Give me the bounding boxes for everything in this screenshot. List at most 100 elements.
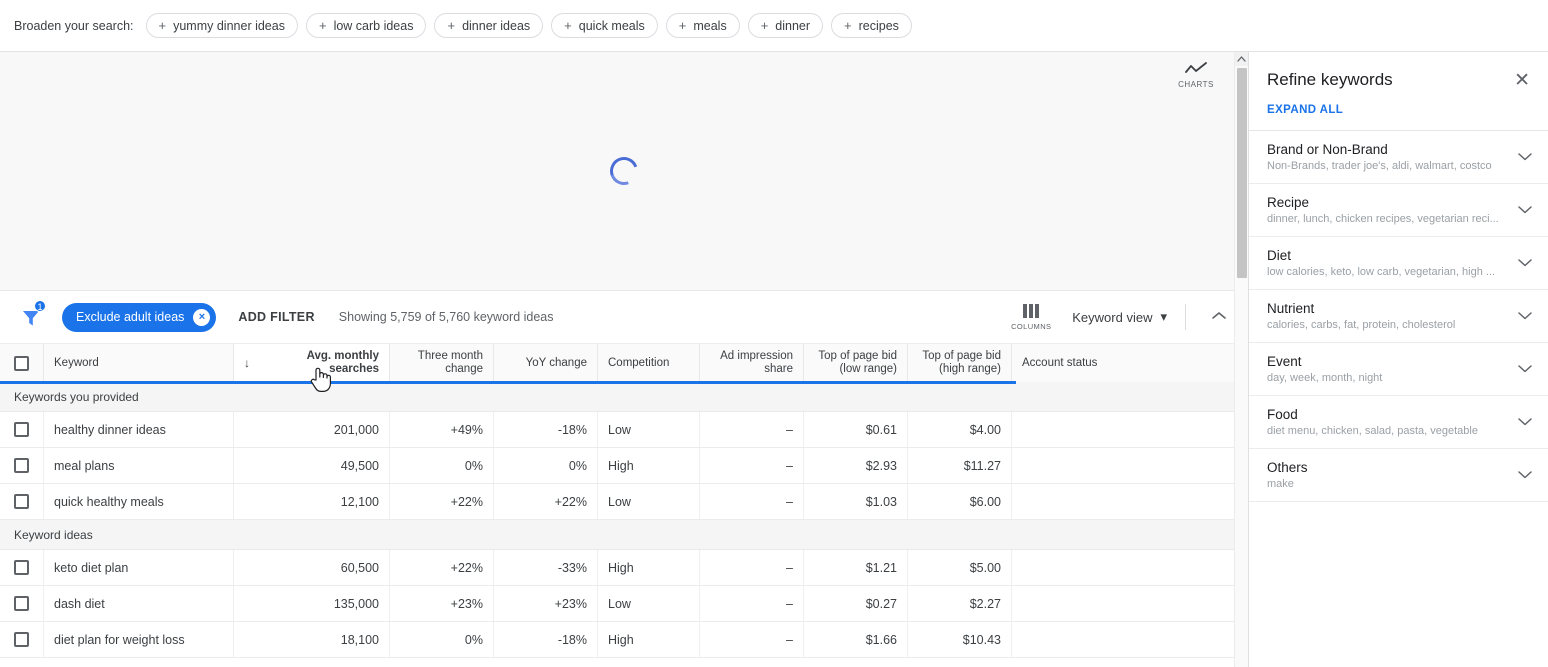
group-header-keywords-you-provided: Keywords you provided: [0, 382, 1248, 412]
cell-ad-impression-share: –: [700, 448, 804, 483]
cell-keyword: quick healthy meals: [44, 484, 234, 519]
broaden-chip-1[interactable]: + low carb ideas: [305, 13, 427, 38]
table-row[interactable]: quick healthy meals 12,100 +22% +22% Low…: [0, 484, 1248, 520]
broaden-chip-3[interactable]: + quick meals: [551, 13, 658, 38]
select-all-checkbox[interactable]: [14, 355, 29, 371]
column-header-label: Avg. monthly searches: [306, 350, 379, 375]
refine-item-title: Recipe: [1267, 195, 1310, 210]
filter-chip-exclude-adult-ideas[interactable]: Exclude adult ideas ×: [62, 302, 217, 332]
cell-avg-monthly-searches: 12,100: [234, 484, 390, 519]
row-checkbox-cell[interactable]: [0, 412, 44, 447]
cell-ad-impression-share: –: [700, 484, 804, 519]
row-checkbox-cell[interactable]: [0, 448, 44, 483]
column-header-ad-impression-share[interactable]: Ad impression share: [700, 344, 804, 382]
column-header-label-line2: change: [445, 363, 483, 375]
table-row[interactable]: healthy dinner ideas 201,000 +49% -18% L…: [0, 412, 1248, 448]
refine-item-others[interactable]: Others make: [1249, 449, 1548, 502]
row-checkbox[interactable]: [14, 458, 29, 473]
cell-bid-high: $4.00: [908, 412, 1012, 447]
cell-competition: High: [598, 448, 700, 483]
chevron-up-icon: [1212, 312, 1226, 319]
cell-ad-impression-share: –: [700, 412, 804, 447]
refine-item-nutrient[interactable]: Nutrient calories, carbs, fat, protein, …: [1249, 290, 1548, 343]
select-all-checkbox-cell[interactable]: [0, 344, 44, 382]
broaden-chip-2[interactable]: + dinner ideas: [434, 13, 544, 38]
row-checkbox[interactable]: [14, 422, 29, 437]
keyword-view-dropdown[interactable]: Keyword view ▾: [1072, 309, 1167, 325]
cell-competition: Low: [598, 484, 700, 519]
plus-icon: +: [318, 18, 327, 33]
chevron-down-icon[interactable]: [1518, 259, 1532, 268]
refine-item-food[interactable]: Food diet menu, chicken, salad, pasta, v…: [1249, 396, 1548, 449]
close-icon[interactable]: ✕: [1514, 71, 1530, 90]
row-checkbox[interactable]: [14, 494, 29, 509]
add-filter-button[interactable]: ADD FILTER: [238, 310, 314, 324]
row-checkbox-cell[interactable]: [0, 622, 44, 657]
refine-item-title: Event: [1267, 354, 1302, 369]
broaden-search-label: Broaden your search:: [14, 18, 134, 33]
refine-item-diet[interactable]: Diet low calories, keto, low carb, veget…: [1249, 237, 1548, 290]
content-scrollbar[interactable]: [1234, 52, 1248, 667]
column-header-top-of-page-bid-low[interactable]: Top of page bid (low range): [804, 344, 908, 382]
refine-item-brand-or-non-brand[interactable]: Brand or Non-Brand Non-Brands, trader jo…: [1249, 131, 1548, 184]
table-toolbar: 1 Exclude adult ideas × ADD FILTER Showi…: [0, 291, 1248, 344]
plus-icon: +: [760, 18, 769, 33]
chevron-down-icon[interactable]: [1518, 471, 1532, 480]
scrollbar-thumb[interactable]: [1237, 68, 1247, 278]
filter-funnel-button[interactable]: 1: [14, 300, 48, 334]
cell-yoy-change: 0%: [494, 448, 598, 483]
cell-avg-monthly-searches: 60,500: [234, 550, 390, 585]
table-row[interactable]: keto diet plan 60,500 +22% -33% High – $…: [0, 550, 1248, 586]
column-header-competition[interactable]: Competition: [598, 344, 700, 382]
cell-account-status: [1012, 622, 1244, 657]
row-checkbox-cell[interactable]: [0, 550, 44, 585]
cell-account-status: [1012, 448, 1244, 483]
row-checkbox-cell[interactable]: [0, 484, 44, 519]
remove-filter-icon[interactable]: ×: [193, 308, 211, 326]
row-checkbox-cell[interactable]: [0, 586, 44, 621]
column-header-yoy-change[interactable]: YoY change: [494, 344, 598, 382]
cell-avg-monthly-searches: 201,000: [234, 412, 390, 447]
column-header-keyword[interactable]: Keyword: [44, 344, 234, 382]
cell-account-status: [1012, 412, 1244, 447]
column-header-account-status[interactable]: Account status: [1012, 344, 1244, 382]
refine-item-subtitle: make: [1267, 478, 1294, 490]
table-row[interactable]: meal plans 49,500 0% 0% High – $2.93 $11…: [0, 448, 1248, 484]
cell-ad-impression-share: –: [700, 586, 804, 621]
columns-button[interactable]: COLUMNS: [1000, 303, 1062, 331]
cell-bid-low: $0.61: [804, 412, 908, 447]
filter-chip-label: Exclude adult ideas: [76, 310, 185, 324]
cell-keyword: healthy dinner ideas: [44, 412, 234, 447]
plus-icon: +: [844, 18, 852, 33]
broaden-chip-5[interactable]: + dinner: [747, 13, 824, 38]
collapse-panel-button[interactable]: [1204, 308, 1234, 326]
chevron-down-icon[interactable]: [1518, 206, 1532, 215]
scrollbar-up-button[interactable]: [1235, 52, 1248, 66]
row-checkbox[interactable]: [14, 596, 29, 611]
broaden-chip-list: + yummy dinner ideas + low carb ideas + din…: [145, 13, 912, 38]
column-header-top-of-page-bid-high[interactable]: Top of page bid (high range): [908, 344, 1012, 382]
broaden-chip-label: meals: [693, 18, 727, 33]
refine-item-recipe[interactable]: Recipe dinner, lunch, chicken recipes, v…: [1249, 184, 1548, 237]
chevron-down-icon: ▾: [1160, 309, 1167, 324]
chevron-down-icon[interactable]: [1518, 153, 1532, 162]
column-header-avg-monthly-searches[interactable]: ↓ Avg. monthly searches: [234, 344, 390, 382]
refine-item-subtitle: diet menu, chicken, salad, pasta, vegeta…: [1267, 425, 1478, 437]
chevron-down-icon[interactable]: [1518, 365, 1532, 374]
broaden-chip-4[interactable]: + meals: [665, 13, 740, 38]
table-row[interactable]: dash diet 135,000 +23% +23% Low – $0.27 …: [0, 586, 1248, 622]
chevron-down-icon[interactable]: [1518, 418, 1532, 427]
chevron-up-icon: [1237, 56, 1246, 62]
loading-indicator: [0, 52, 1248, 290]
expand-all-button[interactable]: EXPAND ALL: [1249, 90, 1548, 130]
refine-item-event[interactable]: Event day, week, month, night: [1249, 343, 1548, 396]
chevron-down-icon[interactable]: [1518, 312, 1532, 321]
column-header-three-month-change[interactable]: Three month change: [390, 344, 494, 382]
broaden-chip-0[interactable]: + yummy dinner ideas: [145, 13, 298, 38]
cell-bid-low: $2.93: [804, 448, 908, 483]
table-row[interactable]: diet plan for weight loss 18,100 0% -18%…: [0, 622, 1248, 658]
broaden-chip-6[interactable]: + recipes: [831, 13, 912, 38]
row-checkbox[interactable]: [14, 632, 29, 647]
row-checkbox[interactable]: [14, 560, 29, 575]
cell-bid-high: $10.43: [908, 622, 1012, 657]
